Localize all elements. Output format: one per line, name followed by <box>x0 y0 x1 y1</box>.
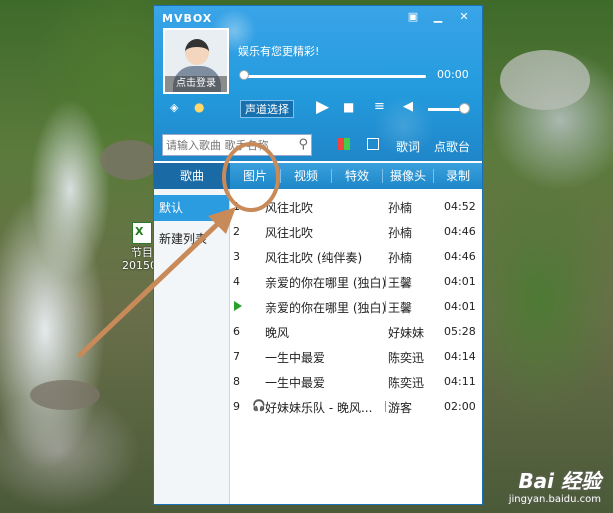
color-icon[interactable] <box>338 138 350 150</box>
song-number: 9 <box>233 400 240 413</box>
song-number: 4 <box>233 275 240 288</box>
search-input[interactable] <box>166 137 286 153</box>
song-duration: 04:01 <box>444 300 476 313</box>
song-title: 风往北吹 (纯伴奏) <box>265 251 363 265</box>
tab-video[interactable]: 视频 <box>281 163 331 189</box>
list-item[interactable]: 7 一生中最爱 陈奕迅 04:14 <box>230 344 482 369</box>
song-artist: 孙楠 <box>388 201 413 215</box>
rock <box>100 140 160 180</box>
excel-file-icon: X <box>132 222 152 244</box>
search-icon[interactable]: ⚲ <box>298 137 308 152</box>
request-link[interactable]: 点歌台 <box>434 138 470 155</box>
watermark-url: jingyan.baidu.com <box>508 494 601 505</box>
song-number: 7 <box>233 350 240 363</box>
slogan-text: 娱乐有您更精彩! <box>238 45 320 58</box>
song-duration: 04:11 <box>444 375 476 388</box>
equalizer-icon[interactable]: ≡ <box>374 99 385 114</box>
volume-handle[interactable] <box>459 103 470 114</box>
watermark-brand: Bai 经验 <box>518 469 601 493</box>
column-divider <box>385 301 386 312</box>
song-number: 3 <box>233 250 240 263</box>
close-icon[interactable]: ✕ <box>457 10 471 24</box>
avatar-head <box>185 39 209 65</box>
volume-icon[interactable]: ◀ <box>403 99 413 114</box>
diamond-icon[interactable]: ◈ <box>170 101 178 114</box>
rock <box>30 380 100 410</box>
song-title: 亲爱的你在哪里 (独白) <box>265 301 387 315</box>
stop-icon[interactable]: ■ <box>343 100 354 114</box>
rock <box>500 50 590 110</box>
song-artist: 王馨 <box>388 276 413 290</box>
minimize-icon[interactable]: ▁ <box>431 10 445 24</box>
song-duration: 04:46 <box>444 225 476 238</box>
list-item[interactable]: 4 亲爱的你在哪里 (独白) 王馨 04:01 <box>230 269 482 294</box>
user-icon[interactable]: ● <box>194 100 204 114</box>
song-number: 8 <box>233 375 240 388</box>
avatar[interactable]: 点击登录 <box>163 28 229 94</box>
progress-bar[interactable] <box>242 75 426 78</box>
song-list: 1 风往北吹 孙楠 04:52 2 风往北吹 孙楠 04:46 3 风往北吹 (… <box>230 189 482 504</box>
list-item[interactable]: 3 风往北吹 (纯伴奏) 孙楠 04:46 <box>230 244 482 269</box>
list-item[interactable]: 9 🎧 好妹妹乐队 - 晚风... 游客 02:00 <box>230 394 482 419</box>
list-item[interactable]: 2 风往北吹 孙楠 04:46 <box>230 219 482 244</box>
progress-handle[interactable] <box>239 70 249 80</box>
playlist-default[interactable]: 默认 <box>154 195 229 221</box>
app-brand: MVBOX <box>162 12 213 25</box>
song-number: 2 <box>233 225 240 238</box>
song-artist: 孙楠 <box>388 251 413 265</box>
playlist-new[interactable]: 新建列表 <box>154 226 229 252</box>
song-title: 晚风 <box>265 326 290 340</box>
song-duration: 05:28 <box>444 325 476 338</box>
song-title: 好妹妹乐队 - 晚风... <box>265 401 373 415</box>
column-divider <box>385 401 386 412</box>
mvbox-window: MVBOX ▣ ▁ ✕ 点击登录 娱乐有您更精彩! 00:00 ◈ ● 声道选择… <box>153 5 483 505</box>
tab-camera[interactable]: 摄像头 <box>383 163 433 189</box>
song-duration: 04:01 <box>444 275 476 288</box>
player-header: MVBOX ▣ ▁ ✕ 点击登录 娱乐有您更精彩! 00:00 ◈ ● 声道选择… <box>154 6 482 161</box>
column-divider <box>385 276 386 287</box>
progress-time: 00:00 <box>437 68 469 81</box>
skin-icon[interactable]: ▣ <box>406 10 420 24</box>
song-duration: 04:52 <box>444 200 476 213</box>
song-artist: 孙楠 <box>388 226 413 240</box>
song-artist: 好妹妹 <box>388 326 425 340</box>
tv-icon[interactable] <box>367 138 379 150</box>
song-title: 风往北吹 <box>265 201 314 215</box>
list-item[interactable]: 8 一生中最爱 陈奕迅 04:11 <box>230 369 482 394</box>
tab-pictures[interactable]: 图片 <box>230 163 280 189</box>
song-number: 1 <box>233 200 240 213</box>
song-title: 风往北吹 <box>265 226 314 240</box>
song-artist: 王馨 <box>388 301 413 315</box>
song-title: 亲爱的你在哪里 (独白) <box>265 276 387 290</box>
tab-record[interactable]: 录制 <box>434 163 482 189</box>
login-label[interactable]: 点击登录 <box>165 76 227 92</box>
song-duration: 04:14 <box>444 350 476 363</box>
watermark: Bai 经验 jingyan.baidu.com <box>509 465 601 505</box>
tab-effects[interactable]: 特效 <box>332 163 382 189</box>
list-item[interactable]: 1 风往北吹 孙楠 04:52 <box>230 194 482 219</box>
song-duration: 02:00 <box>444 400 476 413</box>
song-title: 一生中最爱 <box>265 376 326 390</box>
tab-songs[interactable]: 歌曲 <box>154 163 230 189</box>
song-duration: 04:46 <box>444 250 476 263</box>
playlist-sidebar: 默认 新建列表 <box>154 189 230 504</box>
song-number: 6 <box>233 325 240 338</box>
song-artist: 陈奕迅 <box>388 376 425 390</box>
search-box[interactable]: ⚲ <box>162 134 312 156</box>
channel-select-button[interactable]: 声道选择 <box>240 100 294 118</box>
list-item-playing[interactable]: 亲爱的你在哪里 (独白) 王馨 04:01 <box>230 294 482 319</box>
song-title: 一生中最爱 <box>265 351 326 365</box>
list-item[interactable]: 6 晚风 好妹妹 05:28 <box>230 319 482 344</box>
song-artist: 游客 <box>388 401 413 415</box>
tab-bar: 歌曲 图片 视频 特效 摄像头 录制 <box>154 163 482 189</box>
headphones-icon: 🎧 <box>252 399 266 412</box>
play-icon[interactable]: ▶ <box>316 97 329 117</box>
song-artist: 陈奕迅 <box>388 351 425 365</box>
lyrics-link[interactable]: 歌词 <box>396 138 420 155</box>
playing-indicator-icon <box>234 301 242 311</box>
